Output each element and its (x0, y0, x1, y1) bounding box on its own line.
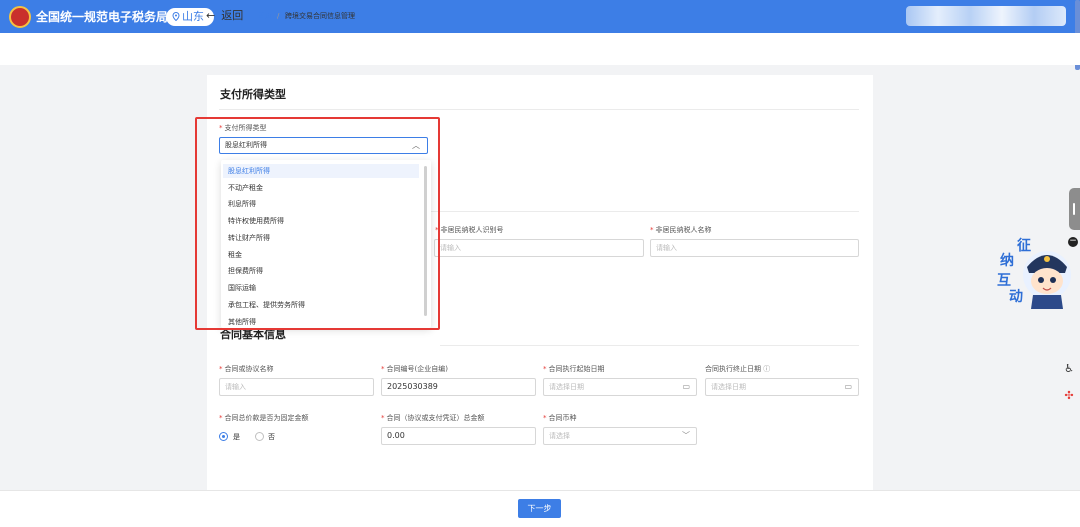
contract-end-date-picker[interactable]: 请选择日期 ▭ (705, 378, 859, 396)
nonresident-name-input[interactable]: 请输入 (650, 239, 859, 257)
end-date-placeholder: 请选择日期 (711, 383, 746, 391)
breadcrumb-separator: / (277, 12, 280, 20)
fixed-amount-label: * 合同总价款是否为固定金额 (219, 414, 309, 422)
nonresident-name-label: * 非居民纳税人名称 (650, 226, 712, 234)
assistant-char: 动 (1009, 288, 1023, 305)
assistant-char: 征 (1017, 237, 1031, 254)
section-divider (430, 211, 859, 212)
next-step-button[interactable]: 下一步 (518, 499, 561, 518)
contract-name-input[interactable]: 请输入 (219, 378, 374, 396)
payment-type-section-title: 支付所得类型 (220, 88, 286, 101)
back-label: 返回 (221, 9, 244, 22)
highlight-box (195, 117, 440, 330)
accessibility-icon[interactable]: ♿ (1059, 360, 1079, 378)
contract-info-section-title: 合同基本信息 (220, 328, 286, 341)
total-amount-input[interactable]: 0.00 (381, 427, 536, 445)
side-panel-handle[interactable] (1069, 188, 1080, 230)
fixed-amount-yes-radio[interactable] (219, 432, 228, 441)
tax-bureau-logo-icon (9, 6, 31, 28)
section-divider (219, 109, 859, 110)
fixed-amount-no-label: 否 (268, 433, 275, 441)
apps-grid-icon[interactable]: ✣ (1059, 387, 1079, 405)
site-title: 全国统一规范电子税务局 (36, 10, 169, 24)
breadcrumb-home-link[interactable]: 首页 (258, 11, 272, 21)
chevron-down-icon: ﹀ (682, 431, 690, 440)
breadcrumb-current: 跨境交易合同信息管理 (285, 12, 355, 20)
total-amount-label: * 合同（协议或支付凭证）总金额 (381, 414, 485, 422)
calendar-icon: ▭ (844, 382, 852, 391)
nonresident-id-label: * 非居民纳税人识别号 (435, 226, 504, 234)
info-circle-icon[interactable]: ⓘ (763, 365, 770, 373)
back-arrow-icon: ← (206, 9, 216, 22)
currency-placeholder: 请选择 (549, 432, 570, 440)
currency-label: * 合同币种 (543, 414, 577, 422)
back-button[interactable]: ← 返回 (206, 9, 243, 23)
contract-start-date-picker[interactable]: 请选择日期 ▭ (543, 378, 697, 396)
nonresident-id-input[interactable]: 请输入 (434, 239, 644, 257)
contract-number-label: * 合同编号(企业自编) (381, 365, 448, 373)
location-pin-icon (172, 11, 180, 22)
assistant-char: 纳 (1000, 252, 1014, 269)
section-divider (440, 345, 859, 346)
contract-start-date-label: * 合同执行起始日期 (543, 365, 605, 373)
currency-select[interactable]: 请选择 ﹀ (543, 427, 697, 445)
fixed-amount-no-radio[interactable] (255, 432, 264, 441)
start-date-placeholder: 请选择日期 (549, 383, 584, 391)
calendar-icon: ▭ (682, 382, 690, 391)
contract-end-date-label: 合同执行终止日期 ⓘ (705, 365, 771, 373)
contract-name-label: * 合同或协议名称 (219, 365, 274, 373)
contract-number-input[interactable]: 2025030389 (381, 378, 536, 396)
assistant-char: 互 (997, 273, 1011, 289)
region-label: 山东 (182, 10, 204, 23)
fixed-amount-yes-label: 是 (233, 433, 240, 441)
assistant-mascot[interactable]: 征 纳 互 动 (995, 235, 1075, 310)
user-info-blurred[interactable] (906, 6, 1066, 26)
breadcrumb-bar (0, 33, 1080, 65)
